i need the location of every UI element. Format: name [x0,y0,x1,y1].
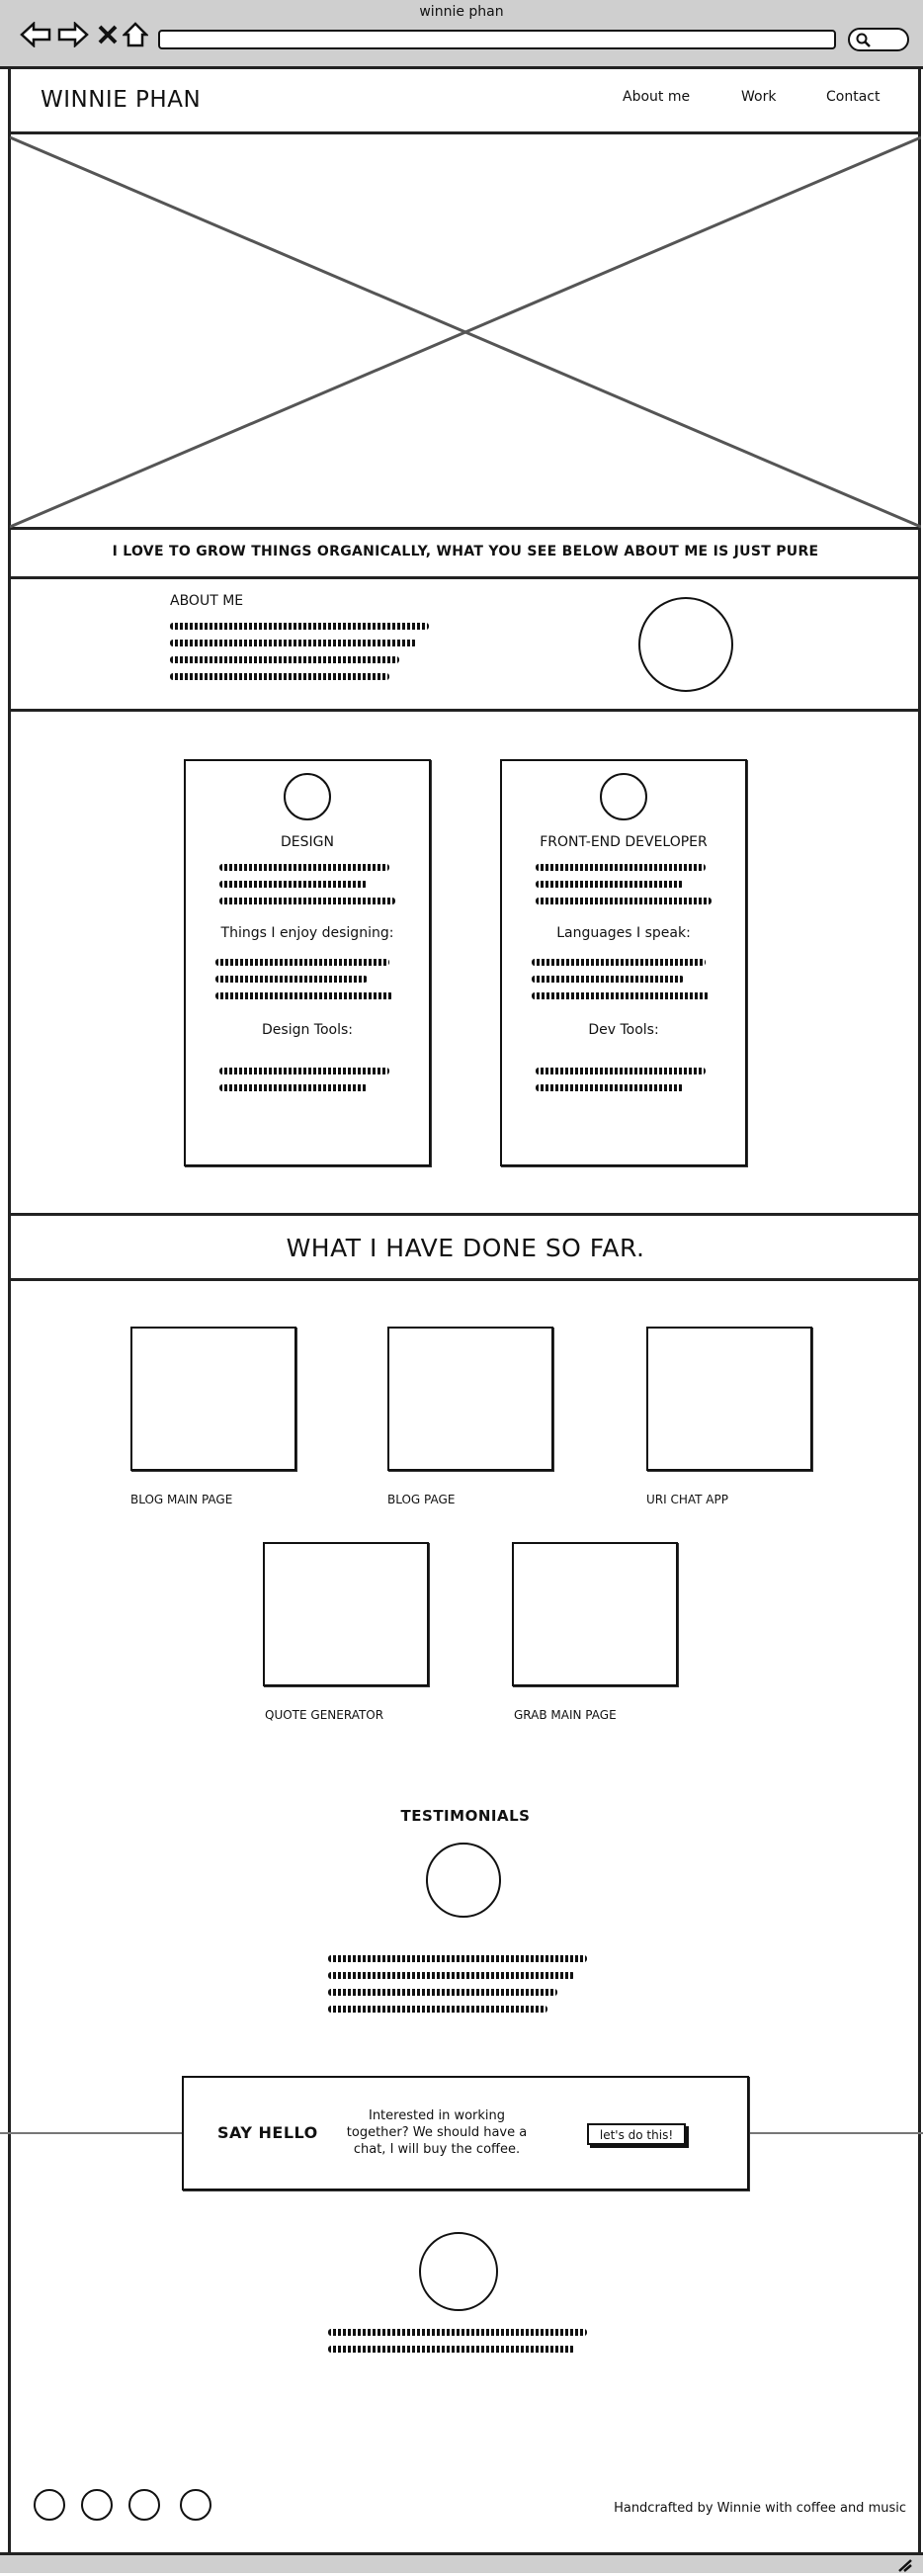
design-subheading-enjoy: Things I enjoy designing: [220,925,394,941]
testimonial-avatar [426,1843,501,1918]
design-card: DESIGN Things I enjoy designing: Design … [184,759,431,1166]
design-description [219,864,407,914]
hero-image [10,134,921,530]
project-label[interactable]: BLOG PAGE [387,1493,455,1506]
site-logo[interactable]: WINNIE PHAN [41,87,201,113]
project-thumbnail[interactable] [263,1542,429,1686]
social-icon[interactable] [34,2489,65,2521]
resize-handle-icon[interactable] [897,2557,913,2576]
stop-icon[interactable] [97,24,119,45]
testimonial-text-2 [328,2329,595,2362]
window-title: winnie phan [419,4,504,20]
main-nav: About me Work Contact [623,87,919,117]
contact-line-left [0,2132,182,2134]
frontend-subheading-tools: Dev Tools: [588,1022,659,1038]
frontend-card: FRONT-END DEVELOPER Languages I speak: D… [500,759,747,1166]
design-icon [284,773,331,820]
contact-message: Interested in working together? We shoul… [346,2108,528,2157]
project-label[interactable]: QUOTE GENERATOR [265,1708,383,1722]
frontend-description [536,864,723,914]
skills-section: DESIGN Things I enjoy designing: Design … [10,712,921,1216]
testimonial-avatar-2 [419,2232,498,2311]
work-heading: WHAT I HAVE DONE SO FAR. [286,1234,645,1262]
status-bar [0,2552,923,2573]
design-title: DESIGN [281,834,334,850]
search-icon [856,33,872,52]
avatar [638,597,733,692]
social-icon[interactable] [81,2489,113,2521]
design-tools-list [219,1068,407,1101]
work-grid: BLOG MAIN PAGE BLOG PAGE URI CHAT APP QU… [10,1281,921,1736]
frontend-tools-list [536,1068,723,1101]
project-label[interactable]: URI CHAT APP [646,1493,728,1506]
frontend-languages-list [532,959,719,1009]
nav-about-me[interactable]: About me [623,89,690,105]
search-field[interactable] [848,28,909,51]
project-thumbnail[interactable] [387,1327,553,1471]
testimonial-text [328,1955,595,2022]
address-bar[interactable] [158,30,836,49]
work-heading-band: WHAT I HAVE DONE SO FAR. [10,1216,921,1281]
design-subheading-tools: Design Tools: [262,1022,353,1038]
testimonials-heading: TESTIMONIALS [400,1807,531,1825]
project-thumbnail[interactable] [130,1327,296,1471]
project-thumbnail[interactable] [512,1542,678,1686]
frontend-title: FRONT-END DEVELOPER [540,834,708,850]
contact-button[interactable]: let's do this! [587,2123,686,2145]
about-text [170,623,437,690]
contact-box: SAY HELLO Interested in working together… [182,2076,749,2190]
design-enjoy-list [215,959,403,1009]
site-header: WINNIE PHAN About me Work Contact [10,69,921,134]
tagline-strip: I LOVE TO GROW THINGS ORGANICALLY, WHAT … [10,530,921,579]
nav-contact[interactable]: Contact [826,89,880,105]
home-icon[interactable] [121,22,150,47]
back-icon[interactable] [20,21,51,48]
frontend-icon [600,773,647,820]
social-icon[interactable] [128,2489,160,2521]
footer: Handcrafted by Winnie with coffee and mu… [10,2477,921,2546]
forward-icon[interactable] [57,21,89,48]
project-thumbnail[interactable] [646,1327,812,1471]
social-icon[interactable] [180,2489,211,2521]
project-label[interactable]: BLOG MAIN PAGE [130,1493,232,1506]
footer-credit: Handcrafted by Winnie with coffee and mu… [614,2501,906,2516]
browser-chrome: winnie phan [0,0,923,69]
project-label[interactable]: GRAB MAIN PAGE [514,1708,617,1722]
about-heading: ABOUT ME [170,593,244,609]
frontend-subheading-languages: Languages I speak: [556,925,691,941]
contact-line-right [749,2132,923,2134]
hero-tagline: I LOVE TO GROW THINGS ORGANICALLY, WHAT … [112,544,819,559]
about-section: ABOUT ME [10,579,921,712]
nav-work[interactable]: Work [741,89,776,105]
say-hello-label: SAY HELLO [217,2123,318,2142]
